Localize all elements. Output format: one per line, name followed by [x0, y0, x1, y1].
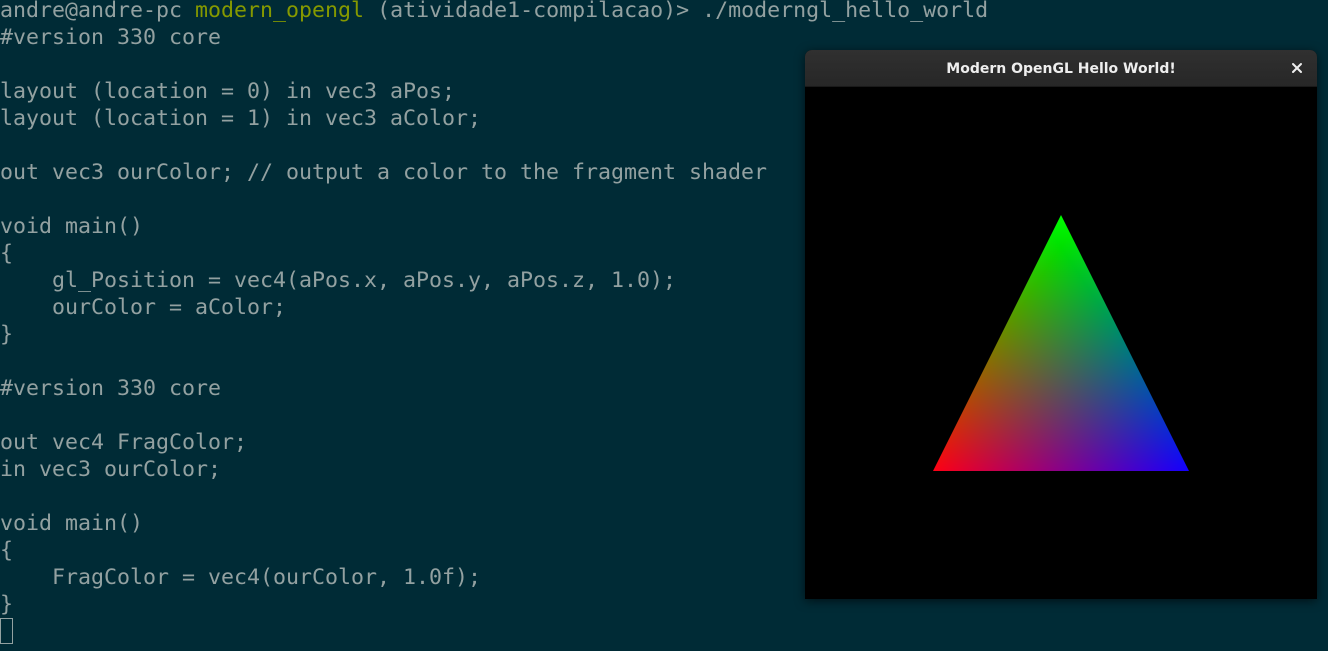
prompt-git-branch: (atividade1-compilacao)> — [377, 0, 690, 23]
window-title: Modern OpenGL Hello World! — [946, 61, 1176, 77]
close-button[interactable] — [1287, 58, 1307, 78]
rendered-triangle — [933, 215, 1189, 471]
prompt-directory: modern_opengl — [195, 0, 365, 23]
prompt-user-host: andre@andre-pc — [0, 0, 183, 23]
terminal-prompt-line: andre@andre-pc modern_opengl (atividade1… — [0, 0, 988, 24]
cursor-line — [0, 618, 988, 645]
terminal-cursor — [0, 618, 13, 644]
render-canvas — [805, 87, 1317, 599]
window-titlebar[interactable]: Modern OpenGL Hello World! — [805, 50, 1317, 87]
opengl-window[interactable]: Modern OpenGL Hello World! — [805, 50, 1317, 599]
prompt-command: ./moderngl_hello_world — [702, 0, 989, 23]
output-line: #version 330 core — [0, 25, 222, 50]
close-icon — [1292, 63, 1302, 73]
